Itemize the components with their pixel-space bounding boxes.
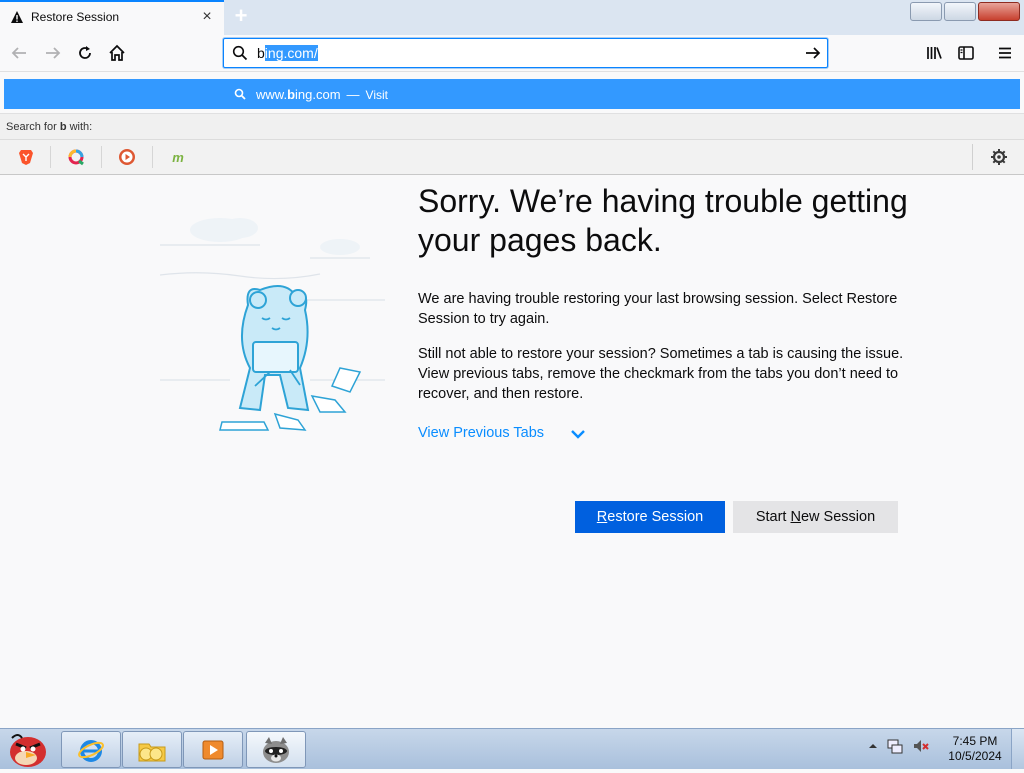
search-engine-bar: m: [0, 139, 1024, 175]
reload-icon[interactable]: [73, 41, 97, 65]
close-window-button[interactable]: [978, 2, 1020, 21]
new-tab-icon[interactable]: +: [231, 5, 251, 27]
sad-bear-illustration: [160, 218, 385, 431]
show-hidden-icons-icon[interactable]: [868, 741, 878, 751]
search-icon: [234, 88, 246, 100]
restore-session-button[interactable]: Restore Session: [575, 501, 725, 533]
system-tray: [868, 737, 930, 755]
close-tab-icon[interactable]: ×: [199, 9, 215, 25]
library-icon[interactable]: [922, 41, 946, 65]
internet-explorer-icon[interactable]: [61, 731, 121, 768]
search-for-label: Search for b with:: [6, 121, 93, 133]
error-description: We are having trouble restoring your las…: [418, 291, 898, 327]
start-new-session-button[interactable]: Start New Session: [733, 501, 898, 533]
engine-divider: [101, 146, 102, 168]
maximize-button[interactable]: [944, 2, 976, 21]
home-icon[interactable]: [105, 41, 129, 65]
show-desktop-button[interactable]: [1011, 729, 1024, 769]
url-input[interactable]: bing.com/: [257, 45, 318, 61]
engine-divider: [152, 146, 153, 168]
navigation-toolbar: bing.com/: [0, 35, 1024, 72]
gear-icon[interactable]: [989, 147, 1009, 167]
taskbar: 7:45 PM 10/5/2024: [0, 728, 1024, 769]
chevron-down-icon[interactable]: [569, 426, 587, 442]
go-arrow-icon[interactable]: [804, 44, 822, 62]
window-controls: [910, 2, 1020, 21]
search-icon: [232, 45, 248, 61]
angry-birds-start-icon[interactable]: [2, 730, 50, 768]
tab-strip: Restore Session × +: [0, 0, 1024, 35]
sidebar-icon[interactable]: [954, 41, 978, 65]
clock-time: 7:45 PM: [952, 734, 998, 748]
file-explorer-icon[interactable]: [122, 731, 182, 768]
error-help-text: Still not able to restore your session? …: [418, 346, 904, 402]
brave-icon[interactable]: [16, 147, 36, 167]
back-icon[interactable]: [7, 41, 31, 65]
warning-icon: [11, 11, 23, 23]
clock-date: 10/5/2024: [948, 749, 1002, 763]
mojeek-icon[interactable]: m: [168, 147, 188, 167]
url-selection: ing.com/: [264, 45, 318, 61]
duckduckgo-icon[interactable]: [117, 147, 137, 167]
menu-icon[interactable]: [993, 41, 1017, 65]
minimize-button[interactable]: [910, 2, 942, 21]
suggestion-text: www.bing.com — Visit: [256, 87, 388, 102]
forward-icon[interactable]: [41, 41, 65, 65]
url-suggestion-row[interactable]: www.bing.com — Visit: [4, 79, 1020, 109]
network-icon[interactable]: [886, 737, 904, 755]
media-player-icon[interactable]: [183, 731, 243, 768]
engine-divider: [972, 144, 973, 170]
qwant-icon[interactable]: [66, 147, 86, 167]
tab-title: Restore Session: [31, 10, 120, 24]
page-title: Sorry. We’re having trouble getting your…: [418, 183, 908, 258]
raccoon-app-icon[interactable]: [246, 731, 306, 768]
view-previous-tabs-link[interactable]: View Previous Tabs: [418, 425, 544, 441]
search-for-bar: Search for b with:: [0, 113, 1024, 140]
taskbar-clock[interactable]: 7:45 PM 10/5/2024: [940, 734, 1010, 764]
tab-restore-session[interactable]: Restore Session ×: [0, 0, 224, 35]
volume-muted-icon[interactable]: [912, 737, 930, 755]
suggestion-action: Visit: [365, 88, 388, 102]
url-bar[interactable]: bing.com/: [223, 38, 828, 68]
engine-divider: [50, 146, 51, 168]
